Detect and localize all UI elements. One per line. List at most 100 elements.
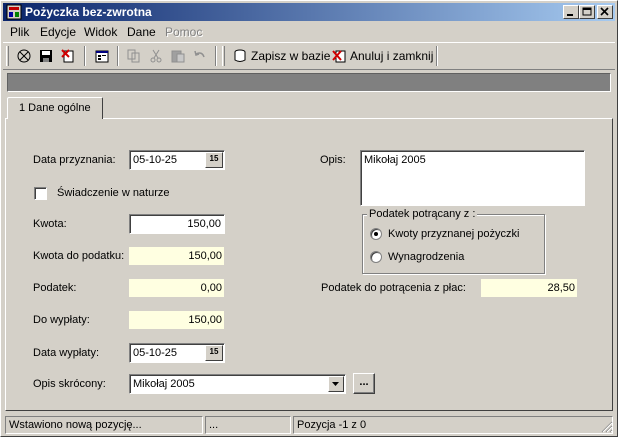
tax-field: 0,00 [129,279,224,297]
payout-date-label: Data wypłaty: [33,347,100,359]
ellipsis-icon: ... [359,376,369,388]
amount-value: 150,00 [187,218,221,230]
title-bar[interactable]: Pożyczka bez-zwrotna [3,3,615,21]
database-icon [234,49,246,62]
tax-from-salary-amount-field: 28,50 [481,279,577,297]
tax-from-salary-label: Wynagrodzenia [388,251,465,263]
status-position: Pozycja -1 z 0 [293,416,613,434]
tab-dane-ogolne[interactable]: 1 Dane ogólne [7,97,103,119]
amount-label: Kwota: [33,218,67,230]
new-item-icon [17,49,31,63]
save-to-database-button[interactable]: Zapisz w bazie [232,46,331,67]
payout-date-calendar-button[interactable]: 15 [205,345,223,361]
tax-from-loan-label: Kwoty przyznanej pożyczki [388,228,520,240]
status-message-text: Wstawiono nową pozycję... [9,419,142,431]
maximize-button[interactable] [579,5,595,19]
menu-dane-label: Dane [127,25,156,39]
scissors-icon [150,49,162,63]
cut-button[interactable] [145,46,167,67]
benefit-in-kind-label: Świadczenie w naturze [57,187,170,199]
info-band [7,73,611,92]
menu-widok-label: Widok [84,25,118,39]
calendar-icon: 15 [209,347,219,356]
tax-from-salary-radio[interactable] [370,251,382,263]
new-item-button[interactable] [13,46,35,67]
app-icon [6,4,22,20]
taxable-amount-value: 150,00 [188,250,222,262]
minimize-button[interactable] [563,5,579,19]
calendar-icon: 15 [209,154,219,163]
benefit-in-kind-checkbox[interactable] [34,187,47,200]
status-position-text: Pozycja -1 z 0 [297,419,367,431]
toolbar-grip[interactable] [222,46,225,66]
taxable-amount-field: 150,00 [129,247,224,265]
payout-date-input[interactable]: 05-10-25 15 [129,343,225,363]
tab-dane-ogolne-label: 1 Dane ogólne [19,102,91,114]
tax-value: 0,00 [200,282,222,294]
short-description-combo[interactable]: Mikołaj 2005 [129,374,346,394]
grant-date-value: 05-10-25 [133,154,178,166]
taxable-amount-label: Kwota do podatku: [33,250,125,262]
status-middle-text: ... [209,419,219,431]
payout-date-value: 05-10-25 [133,347,178,359]
tax-from-group [362,214,545,274]
tax-from-group-title: Podatek potrącany z : [367,208,478,221]
grant-date-input[interactable]: 05-10-25 15 [129,150,225,170]
toolbar-separator [436,46,438,66]
window-title: Pożyczka bez-zwrotna [25,5,152,19]
menu-plik-label: Plik [10,25,30,39]
resize-grip-icon[interactable] [601,421,613,433]
copy-icon [127,49,140,63]
menu-dane[interactable]: Dane [127,25,156,39]
grant-date-calendar-button[interactable]: 15 [205,152,223,168]
toolbar-separator [84,46,86,66]
save-to-database-label: Zapisz w bazie [251,49,331,63]
toolbar-grip[interactable] [6,46,9,66]
delete-icon [61,49,74,63]
description-value: Mikołaj 2005 [364,154,426,166]
grant-date-label: Data przyznania: [33,154,116,166]
paste-button[interactable] [167,46,189,67]
undo-button[interactable] [189,46,211,67]
save-button[interactable] [35,46,57,67]
toolbar-separator [215,46,217,66]
toolbar: Zapisz w bazie Anuluj i zamknij [3,42,615,70]
menu-widok[interactable]: Widok [84,25,117,39]
short-description-dropdown-button[interactable] [328,376,344,392]
close-button[interactable] [597,5,613,19]
maximize-icon [582,7,592,16]
close-icon [600,7,609,16]
copy-button[interactable] [123,46,145,67]
tax-label: Podatek: [33,282,77,294]
menu-bar: Plik Edycje Widok Dane Pomoc [3,22,615,41]
cancel-and-close-label: Anuluj i zamknij [350,49,434,63]
short-description-label: Opis skrócony: [33,378,106,390]
payout-label: Do wypłaty: [33,314,90,326]
description-label: Opis: [320,154,346,166]
description-textarea[interactable]: Mikołaj 2005 [360,150,585,206]
menu-edycje-label: Edycje [40,25,77,39]
menu-pomoc-label: Pomoc [165,25,203,39]
cancel-and-close-button[interactable]: Anuluj i zamknij [331,46,434,67]
menu-pomoc[interactable]: Pomoc [165,25,202,39]
short-description-value: Mikołaj 2005 [133,378,195,390]
minimize-icon [567,14,573,16]
payout-value: 150,00 [188,314,222,326]
amount-input[interactable]: 150,00 [129,214,225,234]
toolbar-separator [117,46,119,66]
payout-field: 150,00 [129,311,224,329]
menu-plik[interactable]: Plik [10,25,29,39]
cancel-icon [332,50,346,63]
menu-edycje[interactable]: Edycje [40,25,76,39]
properties-icon [95,50,109,63]
app-window: Pożyczka bez-zwrotna Plik Edycje Widok D… [0,0,618,437]
tax-from-salary-amount-value: 28,50 [547,282,575,294]
floppy-icon [40,50,52,62]
undo-icon [194,50,205,58]
paste-icon [171,50,185,63]
short-description-browse-button[interactable]: ... [353,373,375,394]
tax-from-loan-radio[interactable] [370,228,382,240]
properties-button[interactable] [91,46,113,67]
tax-from-salary-amount-label: Podatek do potrącenia z płac: [321,282,466,294]
delete-button[interactable] [57,46,79,67]
